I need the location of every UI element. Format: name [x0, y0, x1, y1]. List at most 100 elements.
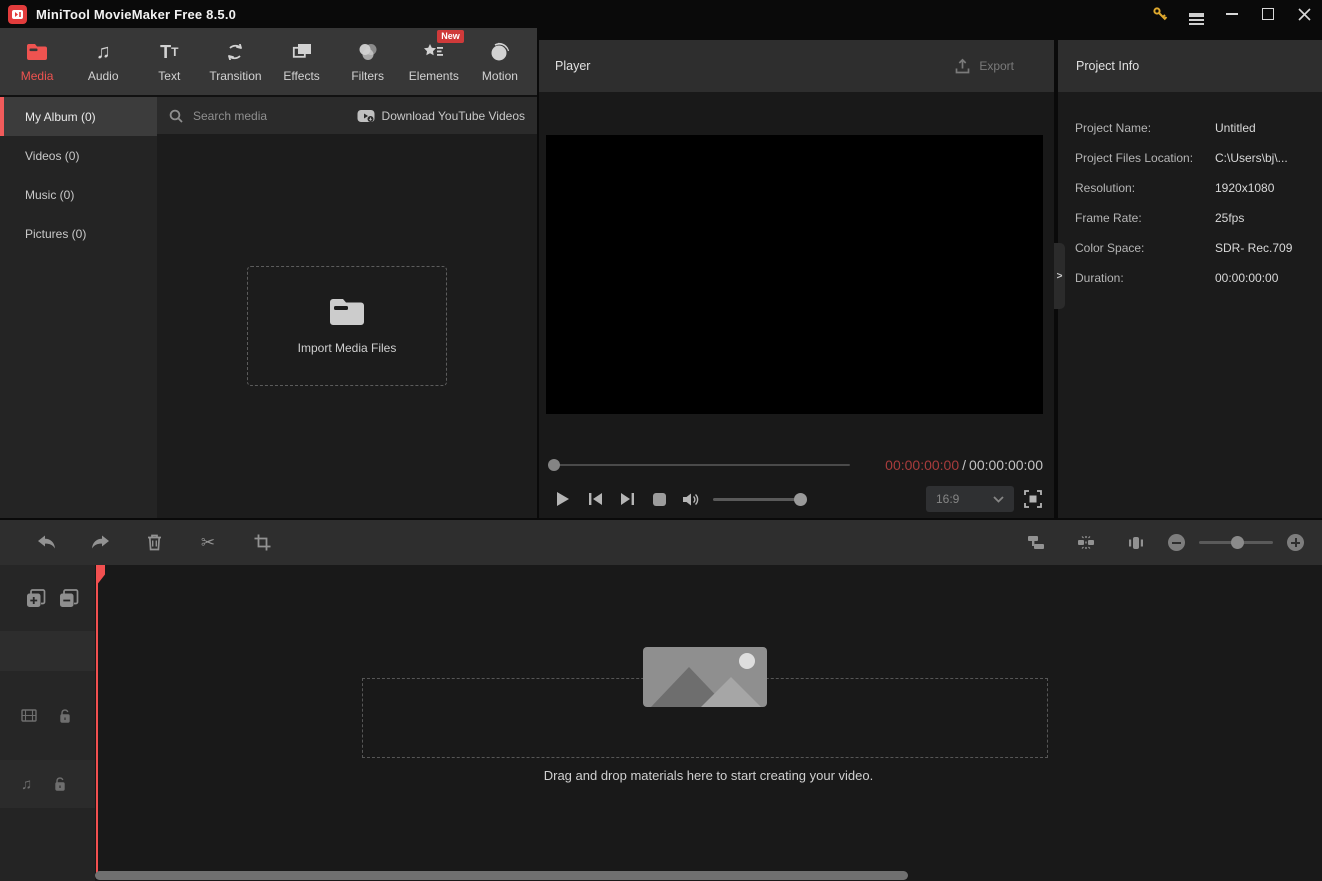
fit-screen-icon[interactable] [1014, 485, 1052, 513]
project-row: Project Name: Untitled [1075, 113, 1322, 143]
seek-bar[interactable] [548, 459, 850, 471]
tab-label: Filters [351, 68, 385, 83]
tab-transition[interactable]: Transition [207, 28, 263, 95]
project-row-label: Duration: [1075, 271, 1124, 285]
project-row-label: Color Space: [1075, 241, 1145, 255]
add-track-icon[interactable] [26, 588, 46, 608]
image-placeholder-icon [643, 647, 767, 707]
fit-timeline-icon[interactable] [1118, 525, 1154, 561]
maximize-button[interactable] [1250, 0, 1286, 28]
split-marker-icon[interactable] [1068, 525, 1104, 561]
zoom-handle[interactable] [1231, 536, 1244, 549]
track-manage-icon[interactable] [1018, 525, 1054, 561]
previous-frame-button[interactable] [579, 485, 611, 513]
project-row-value: 00:00:00:00 [1215, 271, 1279, 285]
player-header: Player Export [539, 40, 1054, 92]
playhead-handle[interactable] [96, 565, 105, 586]
sidebar-item-label: My Album (0) [25, 109, 96, 124]
project-info-title: Project Info [1076, 59, 1140, 73]
panel-collapse-handle[interactable]: > [1054, 243, 1065, 309]
minimize-button[interactable] [1214, 0, 1250, 28]
audio-track-header: ♫ [0, 760, 95, 808]
total-time: 00:00:00:00 [969, 457, 1043, 473]
app-window: MiniTool MovieMaker Free 8.5.0 Media ♫ A… [0, 0, 1322, 881]
effects-icon [292, 41, 312, 63]
delete-icon[interactable] [136, 525, 172, 561]
filters-icon [357, 41, 378, 63]
project-info-header: Project Info [1058, 40, 1322, 92]
tab-label: Motion [481, 68, 518, 83]
tab-label: Effects [283, 68, 320, 83]
menu-icon[interactable] [1178, 0, 1214, 28]
undo-icon[interactable] [28, 525, 64, 561]
track-header-column: ♫ [0, 565, 95, 881]
tab-effects[interactable]: Effects [274, 28, 330, 95]
playhead[interactable] [96, 565, 98, 873]
project-row-label: Frame Rate: [1075, 211, 1142, 225]
tab-filters[interactable]: Filters [340, 28, 396, 95]
download-youtube-button[interactable]: Download YouTube Videos [357, 109, 525, 123]
tab-label: Media [20, 68, 54, 83]
import-folder-icon [329, 298, 365, 326]
sidebar-item-label: Pictures (0) [25, 226, 87, 241]
unlock-icon[interactable] [54, 777, 66, 791]
tab-media[interactable]: Media [9, 28, 65, 95]
volume-handle[interactable] [794, 492, 807, 506]
redo-icon[interactable] [82, 525, 118, 561]
project-row: Color Space: SDR- Rec.709 [1075, 233, 1322, 263]
unlock-icon[interactable] [59, 708, 71, 723]
zoom-out-button[interactable] [1168, 534, 1185, 551]
project-row-value: Untitled [1215, 121, 1256, 135]
project-row: Duration: 00:00:00:00 [1075, 263, 1322, 293]
media-search-bar: Download YouTube Videos [157, 97, 537, 134]
time-separator: / [962, 457, 967, 473]
aspect-ratio-select[interactable]: 16:9 [926, 486, 1014, 512]
license-key-icon[interactable] [1142, 0, 1178, 28]
sidebar-item-music[interactable]: Music (0) [0, 175, 157, 214]
project-row-value: C:\Users\bj\... [1215, 151, 1288, 165]
text-icon: TT [160, 41, 179, 62]
import-media-button[interactable]: Import Media Files [247, 266, 447, 386]
crop-icon[interactable] [244, 525, 280, 561]
volume-slider[interactable] [713, 492, 807, 506]
tab-label: Elements [408, 68, 459, 83]
app-logo-icon [8, 4, 27, 24]
stop-button[interactable] [643, 485, 675, 513]
project-row-value: SDR- Rec.709 [1215, 241, 1293, 255]
tab-elements[interactable]: New Elements [406, 28, 464, 95]
media-panel: Download YouTube Videos Import Media Fil… [157, 95, 537, 518]
track-spacer-row [0, 631, 95, 671]
motion-icon [490, 41, 510, 63]
volume-icon[interactable] [675, 485, 707, 513]
project-row-value: 25fps [1215, 211, 1245, 225]
search-input[interactable] [191, 107, 345, 124]
next-frame-button[interactable] [611, 485, 643, 513]
timeline-hint: Drag and drop materials here to start cr… [543, 768, 874, 783]
sidebar-item-label: Music (0) [25, 187, 75, 202]
tab-label: Audio [87, 68, 119, 83]
player-title: Player [555, 59, 591, 73]
new-badge: New [437, 30, 464, 43]
library-sidebar: My Album (0) Videos (0) Music (0) Pictur… [0, 95, 157, 518]
sidebar-item-videos[interactable]: Videos (0) [0, 136, 157, 175]
timeline-zoom-slider[interactable] [1199, 536, 1273, 549]
zoom-in-button[interactable] [1287, 534, 1304, 551]
sidebar-item-my-album[interactable]: My Album (0) [0, 97, 157, 136]
film-icon [21, 709, 37, 722]
export-button[interactable]: Export [954, 58, 1014, 75]
horizontal-scrollbar[interactable] [95, 871, 908, 880]
close-button[interactable] [1286, 0, 1322, 28]
tab-motion[interactable]: Motion [472, 28, 528, 95]
remove-track-icon[interactable] [59, 588, 79, 608]
sidebar-item-pictures[interactable]: Pictures (0) [0, 214, 157, 253]
title-bar: MiniTool MovieMaker Free 8.5.0 [0, 0, 1322, 28]
chevron-right-icon: > [1056, 270, 1063, 282]
elements-icon [423, 41, 445, 63]
seek-handle[interactable] [548, 459, 560, 471]
split-icon[interactable]: ✂ [190, 525, 226, 561]
video-track-header [0, 671, 95, 760]
play-button[interactable] [547, 485, 579, 513]
tab-text[interactable]: TT Text [141, 28, 197, 95]
tab-audio[interactable]: ♫ Audio [75, 28, 131, 95]
timeline-area: ♫ Drag and drop materials here to start … [0, 565, 1322, 881]
